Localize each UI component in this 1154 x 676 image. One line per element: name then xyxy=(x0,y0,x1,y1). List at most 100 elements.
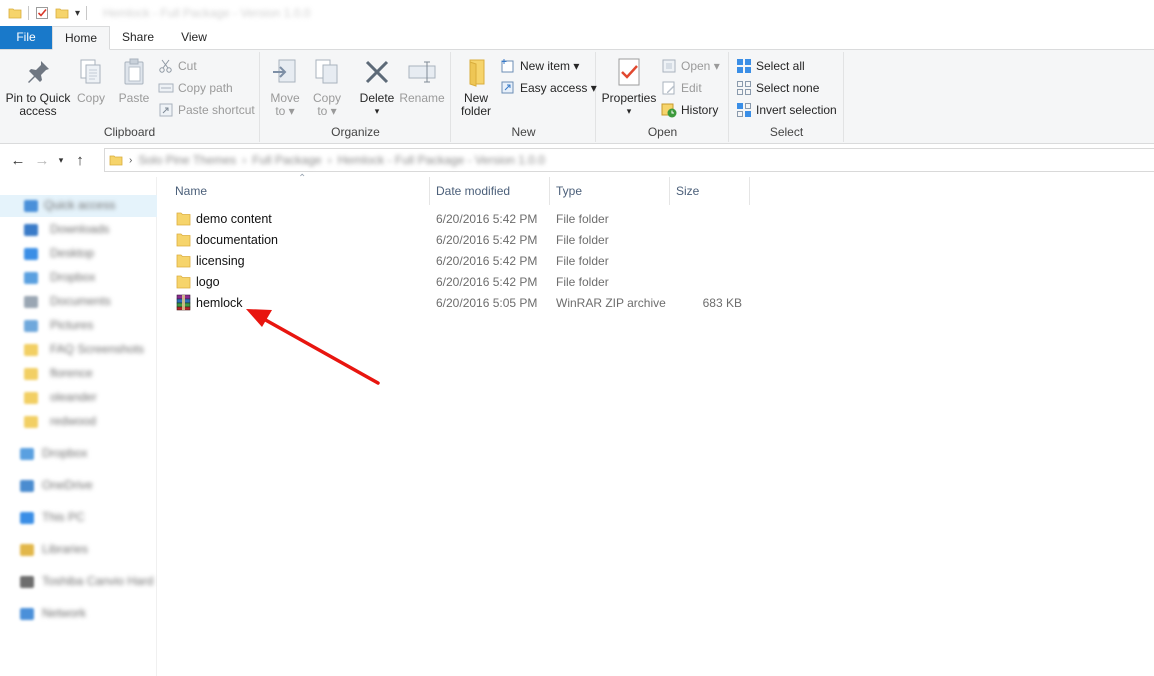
address-bar[interactable]: › Solo Pine Themes › Full Package › Heml… xyxy=(104,148,1154,172)
folder-icon xyxy=(24,416,38,428)
cut-button[interactable]: Cut xyxy=(158,56,197,76)
column-header-size[interactable]: Size xyxy=(670,177,750,205)
column-header-type[interactable]: Type xyxy=(550,177,670,205)
file-row-logo[interactable]: logo 6/20/2016 5:42 PM File folder xyxy=(172,272,752,293)
select-all-button[interactable]: Select all xyxy=(736,56,805,76)
file-row-documentation[interactable]: documentation 6/20/2016 5:42 PM File fol… xyxy=(172,230,752,251)
properties-label: Properties xyxy=(601,91,657,105)
select-none-icon xyxy=(736,80,752,96)
quick-access-toolbar-dropdown[interactable]: ▾ xyxy=(75,8,80,19)
paste-button[interactable]: Paste xyxy=(114,56,154,105)
breadcrumb-separator: › xyxy=(327,153,332,167)
nav-item-this-pc[interactable]: This PC xyxy=(0,507,157,529)
nav-item-toshiba-drive[interactable]: Toshiba Canvio Hard xyxy=(0,571,157,593)
delete-button[interactable]: Delete ▾ xyxy=(357,56,397,118)
nav-item-dropbox[interactable]: Dropbox xyxy=(0,267,157,289)
file-date: 6/20/2016 5:42 PM xyxy=(436,233,538,247)
nav-item-redwood[interactable]: redwood xyxy=(0,411,157,433)
nav-item-faq-screenshots[interactable]: FAQ Screenshots xyxy=(0,339,157,361)
nav-item-label: Toshiba Canvio Hard xyxy=(42,574,154,588)
back-button[interactable]: ← xyxy=(6,148,30,172)
open-group: Properties ▾ Open ▾ Edit History Open xyxy=(597,52,729,142)
up-arrow-icon: ↑ xyxy=(76,151,84,169)
nav-item-documents[interactable]: Documents xyxy=(0,291,157,313)
nav-item-quick-access[interactable]: Quick access xyxy=(0,195,157,217)
nav-item-florence[interactable]: florence xyxy=(0,363,157,385)
copy-button[interactable]: Copy xyxy=(74,56,108,105)
navigation-pane: Quick access Downloads Desktop Dropbox D… xyxy=(0,177,157,676)
paste-shortcut-label: Paste shortcut xyxy=(178,103,255,117)
nav-item-label: OneDrive xyxy=(42,478,93,492)
file-date: 6/20/2016 5:42 PM xyxy=(436,254,538,268)
download-icon xyxy=(24,224,38,236)
edit-button[interactable]: Edit xyxy=(661,78,702,98)
onedrive-icon xyxy=(20,480,34,492)
back-arrow-icon: ← xyxy=(10,151,26,169)
file-size: 683 KB xyxy=(702,296,742,310)
pin-to-quick-access-button[interactable]: Pin to Quick access xyxy=(4,56,72,118)
column-header-date-modified[interactable]: Date modified xyxy=(430,177,550,205)
folder-icon xyxy=(109,155,123,166)
file-type: File folder xyxy=(556,233,609,247)
rename-button[interactable]: Rename xyxy=(399,56,445,105)
paste-shortcut-button[interactable]: Paste shortcut xyxy=(158,100,255,120)
open-button[interactable]: Open ▾ xyxy=(661,56,720,76)
easy-access-button[interactable]: Easy access ▾ xyxy=(500,78,597,98)
tab-home[interactable]: Home xyxy=(52,26,110,50)
history-label: History xyxy=(681,103,719,117)
new-item-button[interactable]: New item ▾ xyxy=(500,56,579,76)
nav-item-network[interactable]: Network xyxy=(0,603,157,625)
copy-icon xyxy=(75,56,107,88)
copy-path-button[interactable]: Copy path xyxy=(158,78,233,98)
nav-item-libraries[interactable]: Libraries xyxy=(0,539,157,561)
folder-icon xyxy=(24,392,38,404)
tab-share[interactable]: Share xyxy=(110,26,166,49)
nav-item-label: Network xyxy=(42,606,87,620)
nav-item-label: Libraries xyxy=(42,542,89,556)
properties-check-icon[interactable] xyxy=(35,6,49,20)
invert-selection-button[interactable]: Invert selection xyxy=(736,100,837,120)
nav-item-dropbox-root[interactable]: Dropbox xyxy=(0,443,157,465)
file-row-hemlock[interactable]: hemlock 6/20/2016 5:05 PM WinRAR ZIP arc… xyxy=(172,293,752,314)
move-to-button[interactable]: Move to ▾ xyxy=(267,56,303,118)
edit-icon xyxy=(661,80,677,96)
ribbon: Pin to Quick access Copy Paste Cut Copy … xyxy=(0,50,1154,144)
new-folder-label: folder xyxy=(460,104,492,118)
copy-to-button[interactable]: Copy to ▾ xyxy=(309,56,345,118)
history-button[interactable]: History xyxy=(661,100,718,120)
new-folder-icon[interactable] xyxy=(55,6,69,20)
file-name: demo content xyxy=(196,212,272,226)
file-row-demo-content[interactable]: demo content 6/20/2016 5:42 PM File fold… xyxy=(172,209,752,230)
properties-icon xyxy=(613,56,645,88)
breadcrumb-item[interactable]: Hemlock - Full Package - Version 1.0.0 xyxy=(338,153,545,167)
nav-item-onedrive[interactable]: OneDrive xyxy=(0,475,157,497)
column-header-name[interactable]: Name xyxy=(169,177,430,205)
recent-locations-button[interactable]: ▾ xyxy=(54,148,68,172)
winrar-archive-icon xyxy=(176,294,191,311)
new-folder-button[interactable]: New folder xyxy=(456,56,496,118)
breadcrumb-item[interactable]: Full Package xyxy=(252,153,321,167)
file-name: logo xyxy=(196,275,220,289)
dropbox-icon xyxy=(20,448,34,460)
tab-file[interactable]: File xyxy=(0,26,52,49)
rename-icon xyxy=(406,56,438,88)
nav-item-pictures[interactable]: Pictures xyxy=(0,315,157,337)
up-button[interactable]: ↑ xyxy=(68,148,92,172)
easy-access-label: Easy access ▾ xyxy=(520,81,597,95)
divider xyxy=(86,6,88,20)
nav-item-oleander[interactable]: oleander xyxy=(0,387,157,409)
properties-button[interactable]: Properties ▾ xyxy=(601,56,657,118)
nav-item-label: oleander xyxy=(50,390,97,404)
chevron-down-icon: ▾ xyxy=(58,154,64,165)
select-none-label: Select none xyxy=(756,81,820,95)
tab-view[interactable]: View xyxy=(166,26,222,49)
file-row-licensing[interactable]: licensing 6/20/2016 5:42 PM File folder xyxy=(172,251,752,272)
file-type: WinRAR ZIP archive xyxy=(556,296,666,310)
nav-item-label: Desktop xyxy=(50,246,95,260)
breadcrumb-item[interactable]: Solo Pine Themes xyxy=(138,153,236,167)
divider xyxy=(28,6,29,20)
forward-button[interactable]: → xyxy=(30,148,54,172)
select-none-button[interactable]: Select none xyxy=(736,78,819,98)
nav-item-downloads[interactable]: Downloads xyxy=(0,219,157,241)
nav-item-desktop[interactable]: Desktop xyxy=(0,243,157,265)
